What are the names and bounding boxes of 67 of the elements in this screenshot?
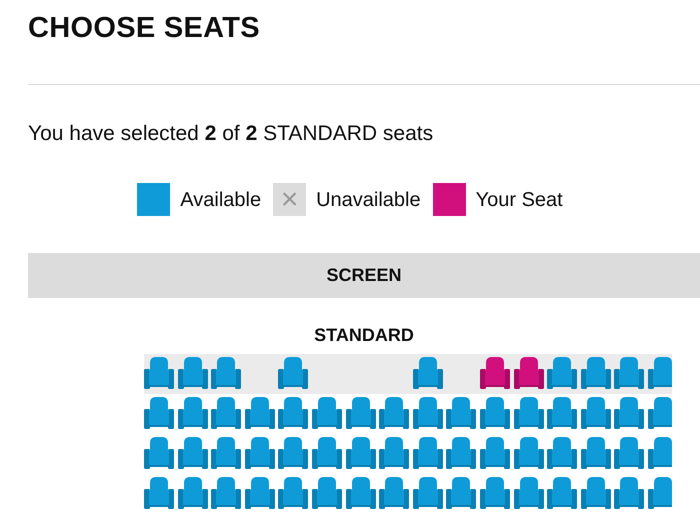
seat-icon[interactable] <box>514 437 544 469</box>
seat-icon[interactable] <box>346 437 376 469</box>
selected-seat-icon[interactable] <box>514 357 544 389</box>
seat-icon[interactable] <box>278 477 308 509</box>
seat-icon[interactable] <box>412 357 443 389</box>
seat-icon[interactable] <box>144 477 174 509</box>
seat-icon[interactable] <box>211 357 242 389</box>
legend-label: Your Seat <box>476 188 563 212</box>
seat-icon[interactable] <box>278 437 308 469</box>
seat-icon[interactable] <box>379 477 410 509</box>
seat-icon[interactable] <box>412 477 443 509</box>
seat-icon[interactable] <box>547 437 578 469</box>
seat-icon[interactable] <box>648 477 672 509</box>
seat-icon[interactable] <box>580 357 611 389</box>
selected-seat-icon[interactable] <box>480 357 510 389</box>
seat-icon[interactable] <box>547 397 578 429</box>
seat-icon[interactable] <box>614 437 644 469</box>
unavailable-swatch: × <box>273 183 306 216</box>
seat-icon[interactable] <box>178 397 208 429</box>
seat-icon[interactable] <box>312 437 342 469</box>
seat-icon[interactable] <box>648 357 672 389</box>
seat-icon[interactable] <box>480 397 510 429</box>
seat-icon[interactable] <box>178 357 208 389</box>
legend-label: Unavailable <box>316 188 421 212</box>
seat-icon[interactable] <box>412 437 443 469</box>
seat-icon[interactable] <box>379 437 410 469</box>
seat-icon[interactable] <box>211 477 242 509</box>
seat-icon[interactable] <box>480 437 510 469</box>
section-label: STANDARD <box>313 324 415 346</box>
seat-icon[interactable] <box>144 357 174 389</box>
seat-icon[interactable] <box>446 437 476 469</box>
seat-icon[interactable] <box>614 357 644 389</box>
seat-icon[interactable] <box>514 397 544 429</box>
seat-icon[interactable] <box>412 397 443 429</box>
seat-icon[interactable] <box>614 397 644 429</box>
seat-icon[interactable] <box>379 397 410 429</box>
seat-icon[interactable] <box>514 477 544 509</box>
seat-icon[interactable] <box>346 477 376 509</box>
seat-icon[interactable] <box>211 397 242 429</box>
page-title: CHOOSE SEATS <box>28 12 261 44</box>
legend-label: Available <box>180 188 262 212</box>
seat-icon[interactable] <box>144 437 174 469</box>
seat-icon[interactable] <box>244 437 275 469</box>
seat-icon[interactable] <box>446 477 476 509</box>
seat-icon[interactable] <box>446 397 476 429</box>
seat-icon[interactable] <box>580 437 611 469</box>
seat-icon[interactable] <box>580 397 611 429</box>
seat-icon[interactable] <box>547 357 578 389</box>
seat-icon[interactable] <box>312 477 342 509</box>
seat-icon[interactable] <box>244 477 275 509</box>
seat-icon[interactable] <box>144 397 174 429</box>
seat-icon[interactable] <box>278 397 308 429</box>
seat-icon[interactable] <box>547 477 578 509</box>
seat-icon[interactable] <box>346 397 376 429</box>
seat-icon[interactable] <box>244 397 275 429</box>
seat-icon[interactable] <box>178 437 208 469</box>
seat-icon[interactable] <box>278 357 308 389</box>
selection-summary: You have selected 2 of 2 STANDARD seats <box>28 121 434 147</box>
screen-label: SCREEN <box>326 264 402 287</box>
seat-icon[interactable] <box>211 437 242 469</box>
seat-icon[interactable] <box>178 477 208 509</box>
seat-icon[interactable] <box>312 397 342 429</box>
seat-icon[interactable] <box>614 477 644 509</box>
seat-icon[interactable] <box>480 477 510 509</box>
seat-icon[interactable] <box>648 437 672 469</box>
seat-icon[interactable] <box>648 397 672 429</box>
seat-icon[interactable] <box>580 477 611 509</box>
